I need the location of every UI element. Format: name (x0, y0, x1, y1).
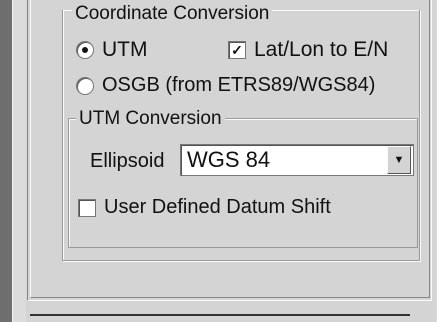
chevron-down-icon[interactable]: ▼ (387, 146, 411, 174)
user-defined-datum-checkbox[interactable] (78, 198, 96, 217)
utm-conversion-legend: UTM Conversion (76, 108, 225, 130)
osgb-radio-button[interactable] (76, 76, 94, 95)
utm-radio-button[interactable] (76, 41, 94, 59)
user-defined-datum-label: User Defined Datum Shift (104, 196, 331, 218)
ellipsoid-select[interactable]: WGS 84 ▼ (180, 144, 414, 176)
utm-radio-option[interactable]: UTM (76, 38, 148, 62)
user-defined-datum-option[interactable]: User Defined Datum Shift (78, 196, 331, 219)
check-icon: ✓ (231, 42, 243, 58)
ellipsoid-select-value: WGS 84 (187, 147, 271, 172)
utm-conversion-group (68, 118, 418, 248)
latlon-to-en-label: Lat/Lon to E/N (254, 38, 389, 61)
latlon-to-en-checkbox[interactable]: ✓ (228, 41, 246, 59)
utm-radio-label: UTM (102, 38, 148, 61)
osgb-radio-label: OSGB (from ETRS89/WGS84) (102, 74, 376, 96)
bottom-divider (30, 314, 410, 316)
osgb-radio-option[interactable]: OSGB (from ETRS89/WGS84) (76, 74, 375, 97)
latlon-to-en-option[interactable]: ✓ Lat/Lon to E/N (228, 38, 388, 62)
ellipsoid-label: Ellipsoid (90, 150, 165, 172)
left-window-edge (0, 0, 13, 322)
coordinate-conversion-legend: Coordinate Conversion (72, 3, 273, 25)
